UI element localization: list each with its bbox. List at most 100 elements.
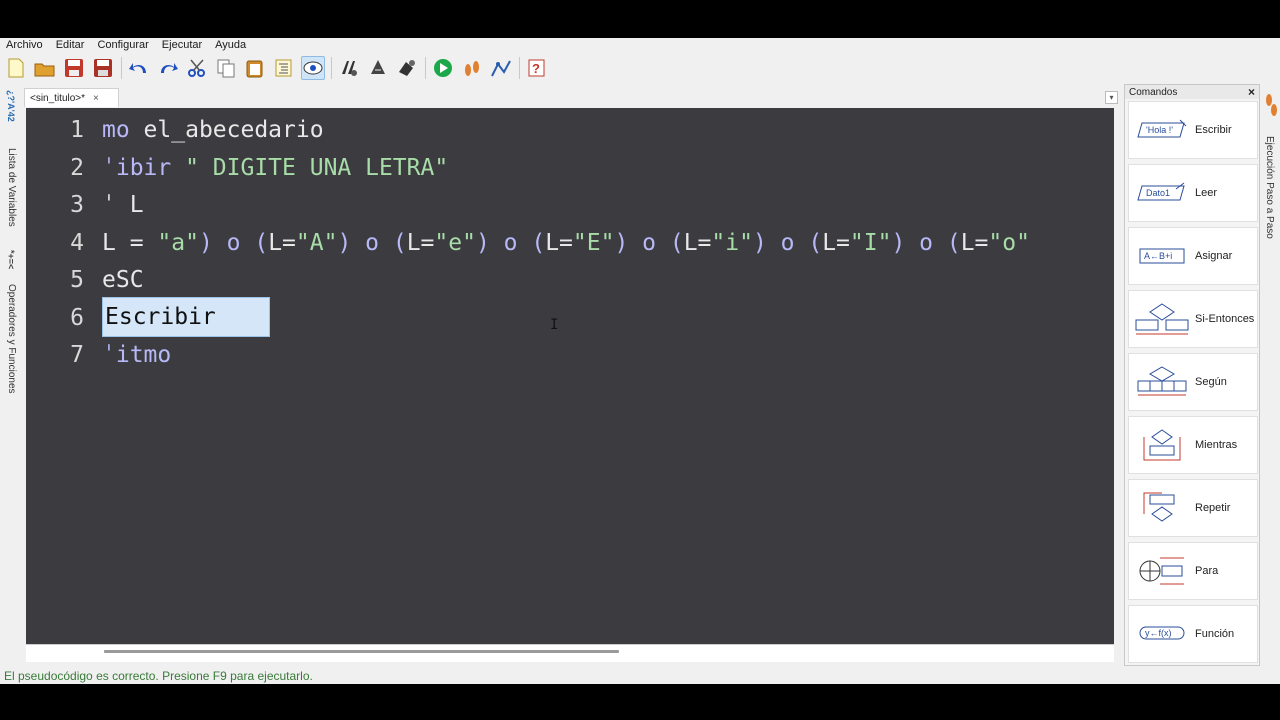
- svg-text:'Hola !': 'Hola !': [1146, 125, 1173, 135]
- run-icon[interactable]: [431, 56, 455, 80]
- code-token: L=: [960, 229, 989, 256]
- tab-sin-titulo[interactable]: <sin_titulo>* ×: [24, 88, 119, 107]
- svg-text:A←B+i: A←B+i: [1144, 251, 1172, 261]
- code-token: "A": [295, 229, 338, 256]
- code-token: ) o (: [614, 229, 684, 256]
- menu-editar[interactable]: Editar: [56, 39, 85, 51]
- command-label: Si-Entonces: [1195, 313, 1255, 325]
- repeat-loop-icon: [1129, 486, 1195, 530]
- command-label: Asignar: [1195, 250, 1233, 262]
- while-loop-icon: [1129, 423, 1195, 467]
- command-leer[interactable]: Dato1 Leer: [1128, 164, 1258, 222]
- toolbar-separator: [121, 57, 122, 79]
- line-number: 7: [70, 342, 84, 368]
- command-si-entonces[interactable]: Si-Entonces: [1128, 290, 1258, 348]
- save-icon[interactable]: [62, 56, 86, 80]
- svg-text:y←f(x): y←f(x): [1145, 628, 1172, 638]
- undo-icon[interactable]: [127, 56, 151, 80]
- code-token: "i": [711, 229, 753, 256]
- code-token: L=: [683, 229, 712, 256]
- code-line[interactable]: 3 ˈ L: [26, 187, 1114, 224]
- new-file-icon[interactable]: [4, 56, 28, 80]
- line-number: 2: [70, 154, 84, 181]
- code-text: mo el_abecedario: [102, 112, 324, 149]
- horizontal-scrollbar-track[interactable]: [26, 644, 1114, 662]
- function-icon: y←f(x): [1129, 612, 1195, 656]
- code-line[interactable]: 7 ˈitmo: [26, 337, 1114, 374]
- horizontal-scrollbar-thumb[interactable]: [104, 650, 619, 653]
- code-token: mo: [102, 117, 130, 143]
- variables-list-tab[interactable]: Lista de Variables: [3, 148, 17, 227]
- code-token: ) o (: [475, 229, 546, 256]
- if-then-icon: [1129, 297, 1195, 341]
- command-label: Mientras: [1195, 439, 1238, 451]
- toolbar: ?: [0, 54, 1280, 82]
- code-token: "e": [434, 229, 476, 256]
- write-output-icon: 'Hola !': [1129, 108, 1195, 152]
- mouse-cursor-icon: I: [550, 317, 559, 333]
- code-token: ˈibir: [102, 154, 172, 181]
- tab-bar: <sin_titulo>* × ▾: [22, 88, 1120, 108]
- command-escribir[interactable]: 'Hola !' Escribir: [1128, 101, 1258, 159]
- command-label: Leer: [1195, 187, 1218, 199]
- redo-icon[interactable]: [156, 56, 180, 80]
- status-message: El pseudocódigo es correcto. Presione F9…: [4, 669, 313, 683]
- copy-icon[interactable]: [214, 56, 238, 80]
- code-token: ) o (: [891, 229, 961, 256]
- step-by-step-icon[interactable]: [460, 56, 484, 80]
- menu-archivo[interactable]: Archivo: [6, 39, 43, 51]
- variables-icon[interactable]: ¿?'A'42: [4, 90, 16, 122]
- menu-ejecutar[interactable]: Ejecutar: [162, 39, 202, 51]
- tab-title: <sin_titulo>*: [30, 92, 86, 104]
- operators-icon[interactable]: *+=<: [4, 250, 16, 269]
- command-label: Función: [1195, 628, 1235, 640]
- code-token: "I": [849, 229, 892, 256]
- operators-functions-tab[interactable]: Operadores y Funciones: [3, 284, 17, 394]
- code-line[interactable]: 2 ˈibir " DIGITE UNA LETRA": [26, 150, 1114, 187]
- save-as-icon[interactable]: [91, 56, 115, 80]
- svg-text:Dato1: Dato1: [1146, 188, 1170, 198]
- code-token: L=: [545, 229, 573, 256]
- code-line[interactable]: 4L = "a") o (L="A") o (L="e") o (L="E") …: [26, 225, 1114, 262]
- code-token: ˈitmo: [102, 342, 172, 368]
- code-line[interactable]: 1 mo el_abecedario: [26, 112, 1114, 149]
- command-repetir[interactable]: Repetir: [1128, 479, 1258, 537]
- code-line[interactable]: 5 eSC: [26, 262, 1114, 299]
- command-funcion[interactable]: y←f(x) Función: [1128, 605, 1258, 663]
- tab-list-dropdown-icon[interactable]: ▾: [1105, 91, 1118, 104]
- paste-icon[interactable]: [243, 56, 267, 80]
- cut-icon[interactable]: [185, 56, 209, 80]
- command-label: Escribir: [1195, 124, 1232, 136]
- draw-diagram-icon[interactable]: [395, 56, 419, 80]
- autocomplete-suggestion[interactable]: Escribir: [102, 297, 270, 337]
- flowchart-icon[interactable]: [337, 56, 361, 80]
- right-side-panel: Ejecución Paso a Paso: [1262, 88, 1280, 678]
- debug-icon[interactable]: [366, 56, 390, 80]
- help-icon[interactable]: ?: [525, 56, 549, 80]
- find-icon[interactable]: [301, 56, 325, 80]
- open-folder-icon[interactable]: [33, 56, 57, 80]
- code-token: L=: [268, 229, 296, 256]
- step-by-step-icon[interactable]: [1264, 90, 1278, 120]
- menu-configurar[interactable]: Configurar: [97, 39, 148, 51]
- code-token: eSC: [102, 267, 144, 293]
- command-mientras[interactable]: Mientras: [1128, 416, 1258, 474]
- left-side-panel: ¿?'A'42 Lista de Variables *+=< Operador…: [0, 88, 20, 678]
- code-editor[interactable]: 7 ˈitmo 6 5 eSC 4 L = "a") o (L="A") o (L="e")…: [26, 108, 1114, 644]
- code-token: "a": [157, 229, 199, 256]
- indent-icon[interactable]: [272, 56, 296, 80]
- command-label: Según: [1195, 376, 1227, 388]
- line-number: 6: [70, 304, 84, 331]
- code-token: L=: [822, 229, 850, 256]
- diagram-flow-icon[interactable]: [489, 56, 513, 80]
- command-asignar[interactable]: A←B+i Asignar: [1128, 227, 1258, 285]
- code-text: eSC: [102, 262, 144, 299]
- step-execution-tab[interactable]: Ejecución Paso a Paso: [1264, 136, 1275, 239]
- command-segun[interactable]: Según: [1128, 353, 1258, 411]
- menu-ayuda[interactable]: Ayuda: [215, 39, 246, 51]
- command-para[interactable]: Para: [1128, 542, 1258, 600]
- commands-header: Comandos ×: [1125, 85, 1259, 99]
- code-token: "o": [988, 229, 1030, 256]
- commands-close-icon[interactable]: ×: [1248, 85, 1255, 99]
- tab-close-icon[interactable]: ×: [93, 93, 99, 104]
